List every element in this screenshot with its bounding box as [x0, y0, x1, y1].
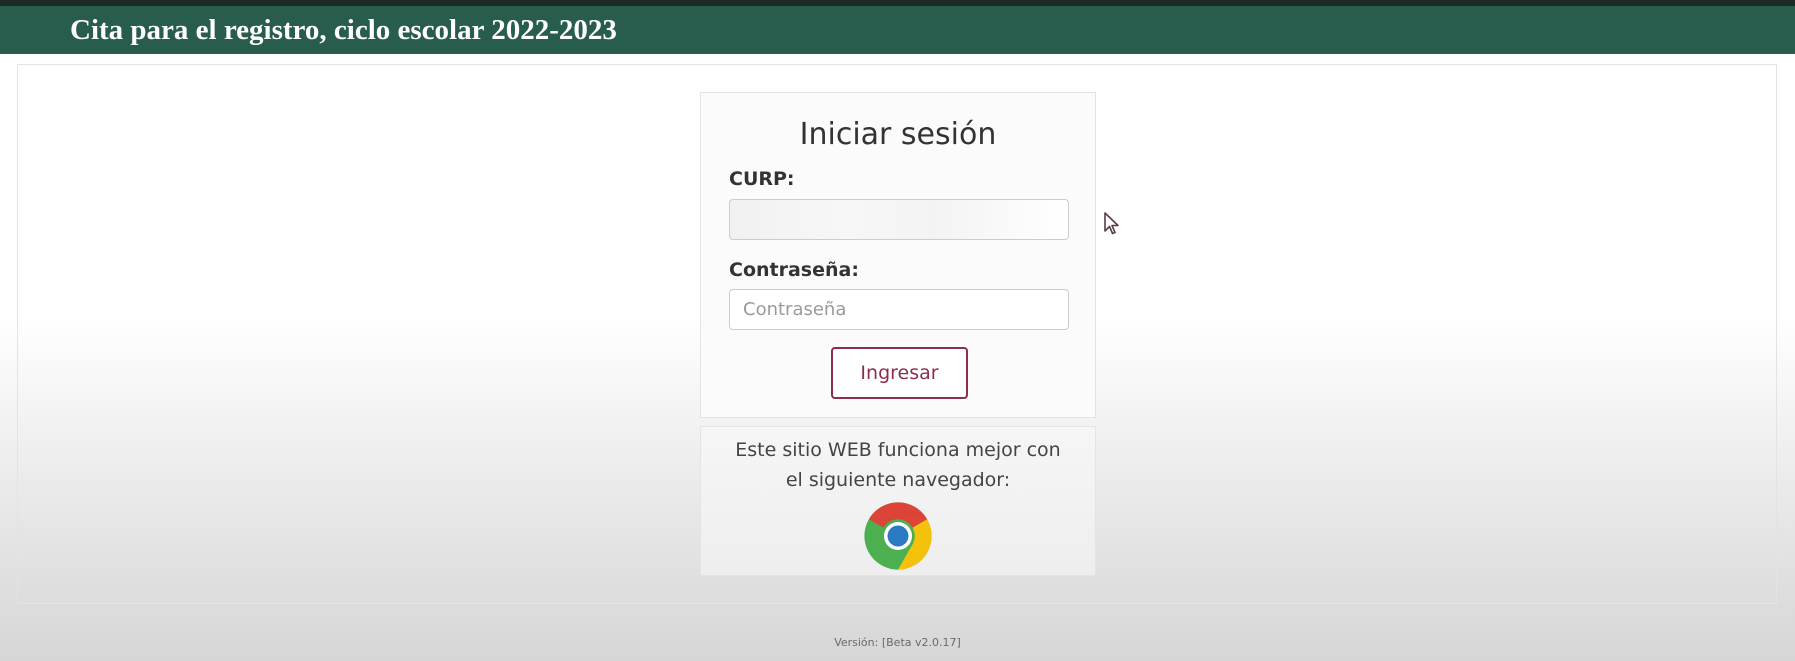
chrome-icon — [864, 502, 932, 570]
password-input[interactable] — [729, 289, 1069, 330]
version-label: Versión: [Beta v2.0.17] — [834, 636, 961, 649]
browser-notice-line-2: el siguiente navegador: — [785, 469, 1011, 491]
header-bar: Cita para el registro, ciclo escolar 202… — [0, 6, 1795, 54]
login-button[interactable]: Ingresar — [831, 347, 968, 399]
page-title: Cita para el registro, ciclo escolar 202… — [70, 14, 617, 46]
page: Cita para el registro, ciclo escolar 202… — [0, 0, 1795, 661]
login-title: Iniciar sesión — [799, 117, 997, 152]
browser-notice-line-1: Este sitio WEB funciona mejor con — [735, 439, 1061, 461]
password-label: Contraseña: — [729, 259, 859, 281]
curp-label: CURP: — [729, 168, 795, 190]
login-card: Iniciar sesión CURP: Contraseña: Ingresa… — [700, 92, 1096, 418]
curp-input[interactable] — [729, 199, 1069, 240]
browser-notice-text: Este sitio WEB funciona mejor con el sig… — [701, 435, 1095, 495]
browser-notice-card: Este sitio WEB funciona mejor con el sig… — [700, 426, 1096, 576]
mouse-cursor-icon — [1104, 212, 1119, 235]
